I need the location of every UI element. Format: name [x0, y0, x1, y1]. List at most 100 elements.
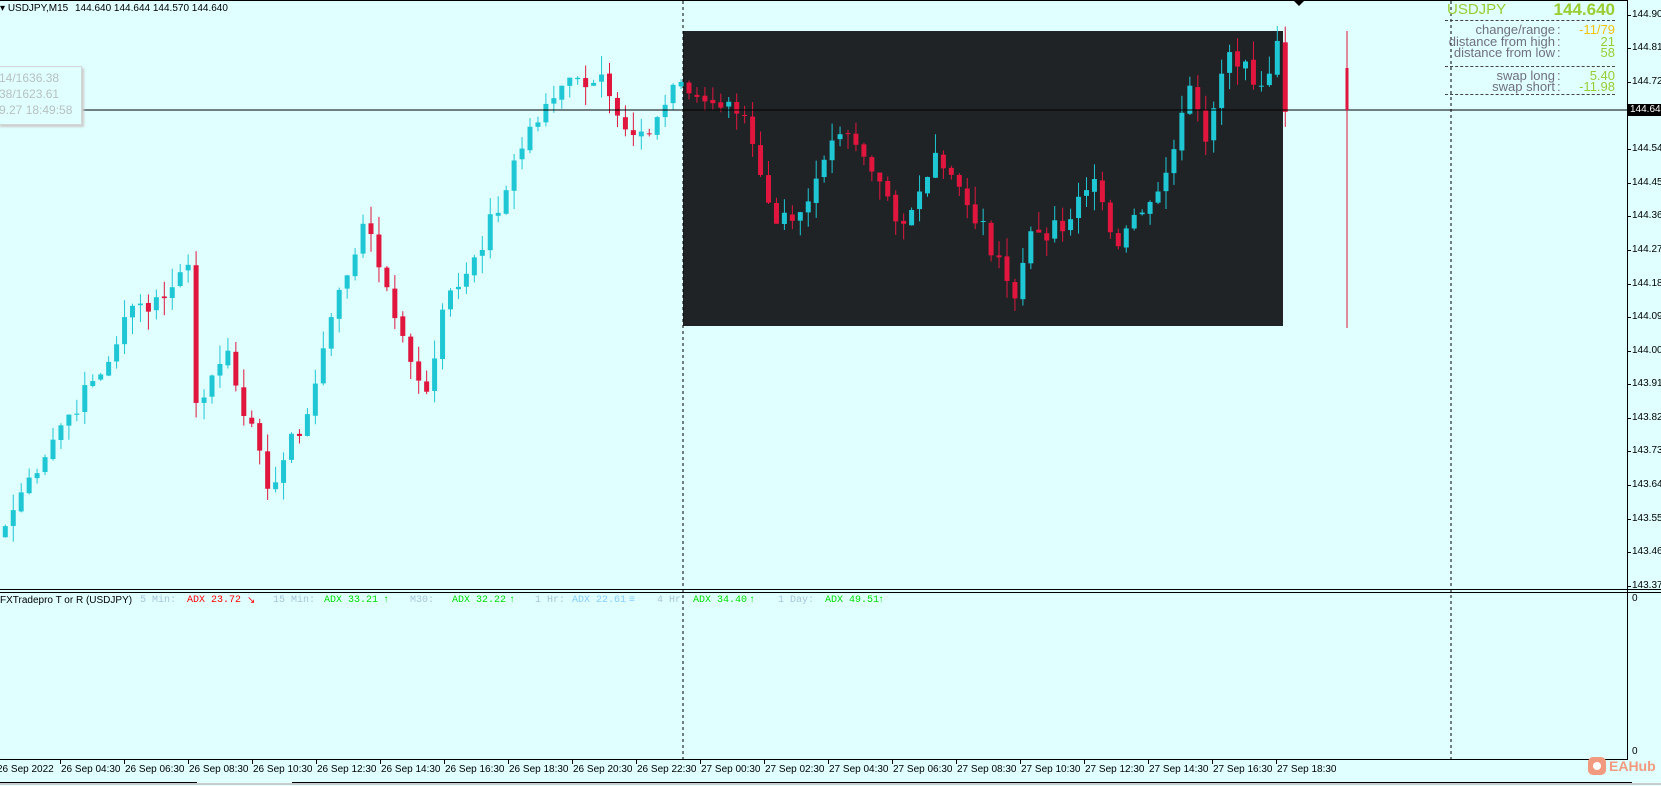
- chart-shift-icon: [1294, 1, 1304, 6]
- bear-candle: [1060, 220, 1066, 232]
- info-label: distance from low: [1453, 45, 1555, 60]
- bull-candle: [336, 289, 342, 319]
- bull-candle: [917, 191, 923, 210]
- bear-candle: [758, 145, 764, 175]
- bull-candle: [1227, 52, 1233, 73]
- bull-candle: [726, 101, 732, 107]
- time-label: 26 Sep 20:30: [573, 764, 633, 775]
- bull-candle: [42, 457, 48, 473]
- price-tick: [1628, 485, 1631, 487]
- bear-candle: [400, 316, 406, 336]
- time-label: 26 Sep 08:30: [189, 764, 249, 775]
- bull-candle: [18, 492, 24, 512]
- bull-candle: [169, 287, 175, 298]
- info-symbol: USDJPY: [1447, 1, 1507, 18]
- bear-candle: [861, 144, 867, 157]
- bull-candle: [519, 148, 525, 160]
- subwindow-separator[interactable]: [0, 589, 1661, 593]
- bull-candle: [50, 439, 56, 460]
- bear-candle: [742, 115, 748, 117]
- bull-candle: [543, 103, 549, 123]
- bear-candle: [766, 175, 771, 203]
- bull-candle: [1274, 40, 1280, 75]
- ohlc-values: 144.640 144.644 144.570 144.640: [75, 3, 228, 14]
- time-label: 26 Sep 18:30: [509, 764, 569, 775]
- bull-candle: [1179, 112, 1185, 151]
- bear-candle: [948, 167, 954, 175]
- scroll-segment[interactable]: [292, 782, 1632, 786]
- price-tick: [1628, 552, 1631, 554]
- adx-value: ADX 22.61: [572, 595, 627, 606]
- time-label: 27 Sep 14:30: [1149, 764, 1209, 775]
- bull-candle: [463, 273, 469, 287]
- bull-candle: [66, 414, 72, 426]
- bear-candle: [1235, 51, 1241, 67]
- bull-candle: [352, 254, 358, 277]
- bull-candle: [599, 74, 605, 82]
- bull-candle: [837, 134, 843, 140]
- price-label: 144.540: [1632, 143, 1661, 155]
- bear-candle: [988, 222, 994, 256]
- bear-candle: [1195, 87, 1201, 110]
- bull-candle: [670, 84, 676, 104]
- bull-candle: [1219, 73, 1225, 108]
- price-label: 143.910: [1632, 378, 1661, 390]
- bull-candle: [551, 98, 557, 104]
- bull-candle: [821, 159, 827, 178]
- price-tick: [1628, 283, 1631, 285]
- bull-candle: [360, 223, 366, 254]
- bear-candle: [972, 204, 978, 224]
- bear-candle: [241, 387, 247, 416]
- symbol-timeframe: USDJPY,M15: [7, 3, 69, 14]
- bull-candle: [1123, 228, 1129, 248]
- bull-candle: [273, 482, 279, 490]
- tooltip-line: 9.27 18:49:58: [0, 103, 73, 117]
- bull-candle: [98, 374, 104, 380]
- bull-candle: [479, 249, 485, 256]
- price-tick: [1628, 182, 1631, 184]
- current-price-label: 144.640: [1628, 104, 1661, 116]
- trend-arrow-icon: ↑: [509, 595, 516, 606]
- timeframe-label: 1 Day:: [778, 595, 815, 606]
- info-value: 58: [1600, 45, 1615, 60]
- time-label: 26 Sep 06:30: [125, 764, 185, 775]
- bear-candle: [710, 99, 716, 104]
- bull-candle: [535, 122, 541, 127]
- price-tick: [1628, 14, 1631, 16]
- price-label: 144.450: [1632, 176, 1661, 188]
- bear-candle: [424, 381, 430, 392]
- bear-candle: [630, 130, 636, 136]
- bull-candle: [281, 460, 287, 483]
- price-chart[interactable]: [0, 0, 1661, 785]
- collapse-triangle-icon[interactable]: ▾: [0, 3, 5, 14]
- bull-candle: [567, 77, 573, 86]
- time-label: 27 Sep 12:30: [1085, 764, 1145, 775]
- price-label: 143.730: [1632, 445, 1661, 457]
- trend-arrow-icon: ↘: [247, 596, 256, 607]
- bull-candle: [1084, 190, 1089, 196]
- indicator-name: FXTradepro T or R (USDJPY): [0, 595, 133, 606]
- sub-zero-label: 0: [1632, 593, 1638, 604]
- bull-candle: [1028, 231, 1034, 264]
- bear-candle: [702, 95, 708, 102]
- price-tick: [1628, 518, 1631, 520]
- bear-candle: [614, 97, 620, 116]
- price-tick: [1628, 216, 1631, 218]
- scroll-segment[interactable]: [0, 782, 197, 786]
- timeframe-label: M30:: [410, 595, 435, 606]
- time-label: 26 Sep 2022: [0, 764, 54, 775]
- bull-candle: [495, 212, 501, 216]
- bull-candle: [106, 361, 112, 376]
- bear-candle: [1203, 110, 1209, 142]
- price-label: 143.640: [1632, 479, 1661, 491]
- bear-candle: [789, 214, 795, 221]
- price-label: 144.720: [1632, 75, 1661, 87]
- bear-candle: [940, 154, 946, 169]
- info-value: -11.98: [1579, 79, 1615, 94]
- bull-candle: [797, 212, 803, 221]
- time-label: 27 Sep 02:30: [765, 764, 825, 775]
- bull-candle: [225, 350, 231, 366]
- bear-candle: [1282, 42, 1288, 112]
- price-label: 143.550: [1632, 512, 1661, 524]
- tooltip-line: 14/1636.38: [0, 71, 60, 85]
